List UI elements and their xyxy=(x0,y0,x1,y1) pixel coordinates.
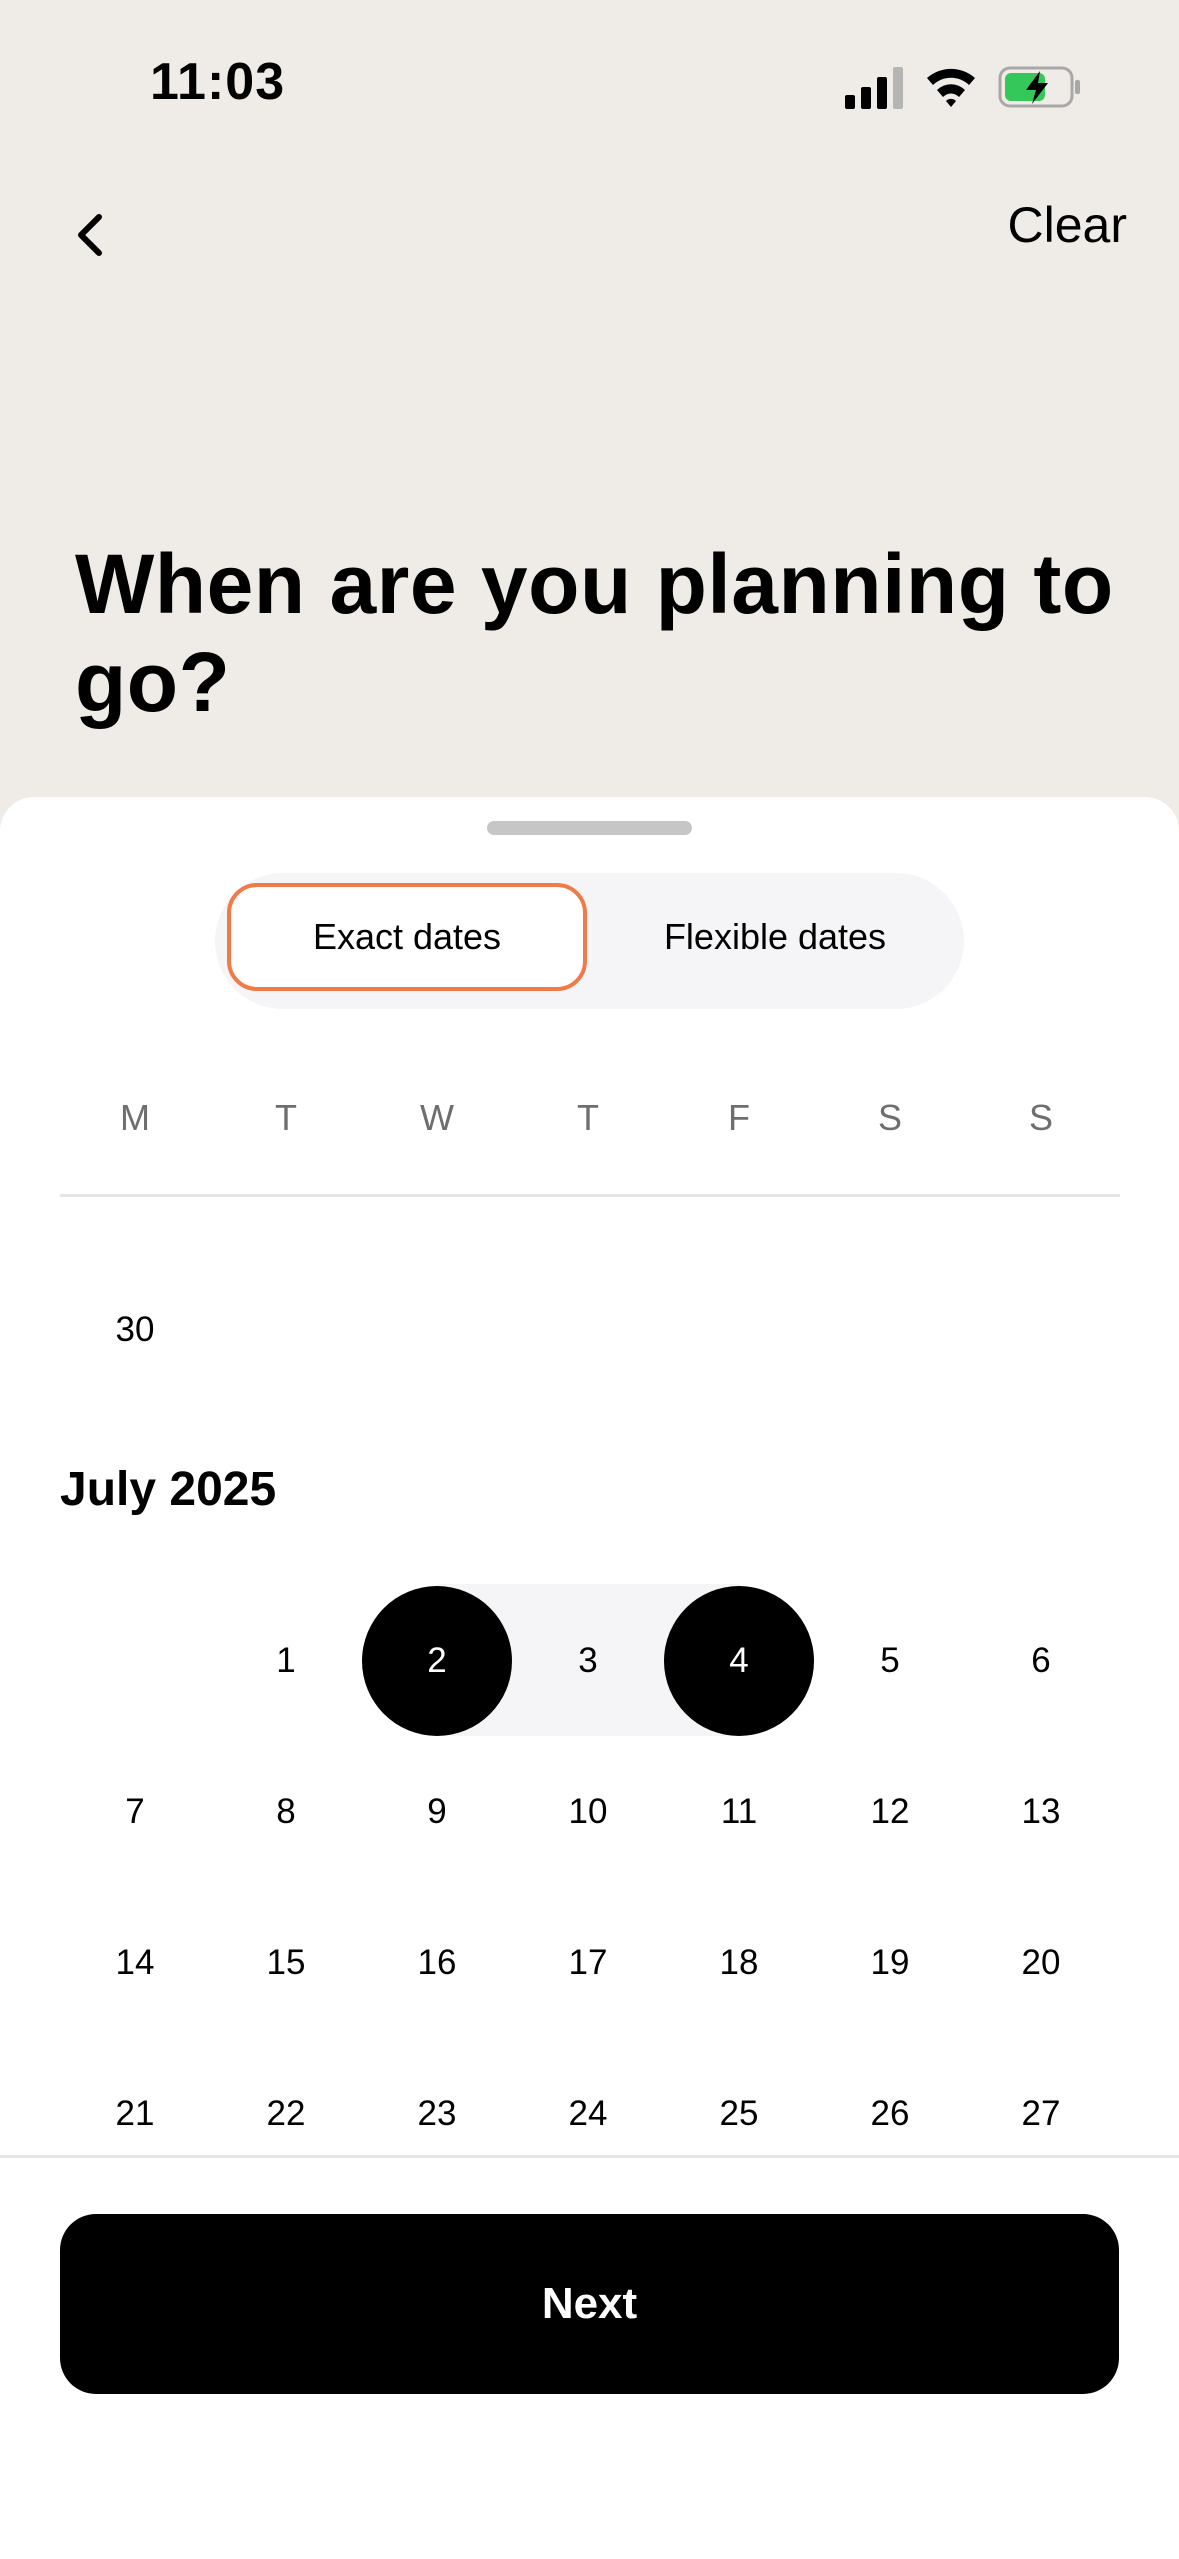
weekday-label: M xyxy=(120,1097,150,1138)
clear-button[interactable]: Clear xyxy=(1008,196,1127,254)
calendar-day-range-start[interactable]: 2 xyxy=(362,1586,512,1736)
page-title: When are you planning to go? xyxy=(75,537,1114,729)
calendar-day[interactable]: 7 xyxy=(60,1737,210,1887)
calendar-day[interactable]: 20 xyxy=(966,1888,1116,2038)
calendar-day[interactable]: 12 xyxy=(815,1737,965,1887)
weekday-label: F xyxy=(728,1097,750,1138)
chevron-left-icon xyxy=(78,214,102,256)
weekday-label: S xyxy=(1028,1097,1053,1138)
calendar-day[interactable]: 11 xyxy=(664,1737,814,1887)
calendar-day[interactable]: 8 xyxy=(211,1737,361,1887)
calendar-day[interactable]: 5 xyxy=(815,1586,965,1736)
calendar-day[interactable]: 30 xyxy=(60,1255,210,1405)
calendar-day[interactable]: 16 xyxy=(362,1888,512,2038)
month-title: July 2025 xyxy=(60,1463,277,1516)
back-button[interactable] xyxy=(60,200,120,270)
calendar-day-range-end[interactable]: 4 xyxy=(664,1586,814,1736)
next-button[interactable]: Next xyxy=(60,2214,1119,2394)
wifi-icon xyxy=(927,68,975,107)
flexible-dates-tab[interactable]: Flexible dates xyxy=(595,883,955,991)
cellular-signal-icon xyxy=(845,67,903,109)
battery-charging-icon xyxy=(998,66,1080,108)
calendar-day[interactable]: 19 xyxy=(815,1888,965,2038)
status-bar: 11:03 xyxy=(0,0,1179,150)
calendar-day[interactable]: 6 xyxy=(966,1586,1116,1736)
calendar-day[interactable]: 15 xyxy=(211,1888,361,2038)
date-mode-toggle: Exact dates Flexible dates xyxy=(215,873,964,1009)
date-picker-sheet: Exact dates Flexible dates M T W T F S S… xyxy=(0,797,1179,2559)
weekday-label: W xyxy=(420,1097,454,1138)
calendar-day[interactable]: 9 xyxy=(362,1737,512,1887)
weekday-label: S xyxy=(877,1097,902,1138)
status-time: 11:03 xyxy=(150,53,286,111)
exact-dates-tab[interactable]: Exact dates xyxy=(227,883,587,991)
calendar-day[interactable]: 13 xyxy=(966,1737,1116,1887)
footer-bar: Next xyxy=(0,2155,1179,2559)
calendar-day[interactable]: 17 xyxy=(513,1888,663,2038)
calendar-day[interactable]: 10 xyxy=(513,1737,663,1887)
calendar-day[interactable]: 1 xyxy=(211,1586,361,1736)
weekday-divider xyxy=(60,1194,1120,1197)
sheet-grabber[interactable] xyxy=(487,821,692,835)
weekday-label: T xyxy=(577,1097,599,1138)
calendar-day-in-range[interactable]: 3 xyxy=(513,1586,663,1736)
weekday-label: T xyxy=(275,1097,297,1138)
calendar-day[interactable]: 18 xyxy=(664,1888,814,2038)
weekday-header: M T W T F S S xyxy=(60,1097,1120,1157)
calendar-day[interactable]: 14 xyxy=(60,1888,210,2038)
